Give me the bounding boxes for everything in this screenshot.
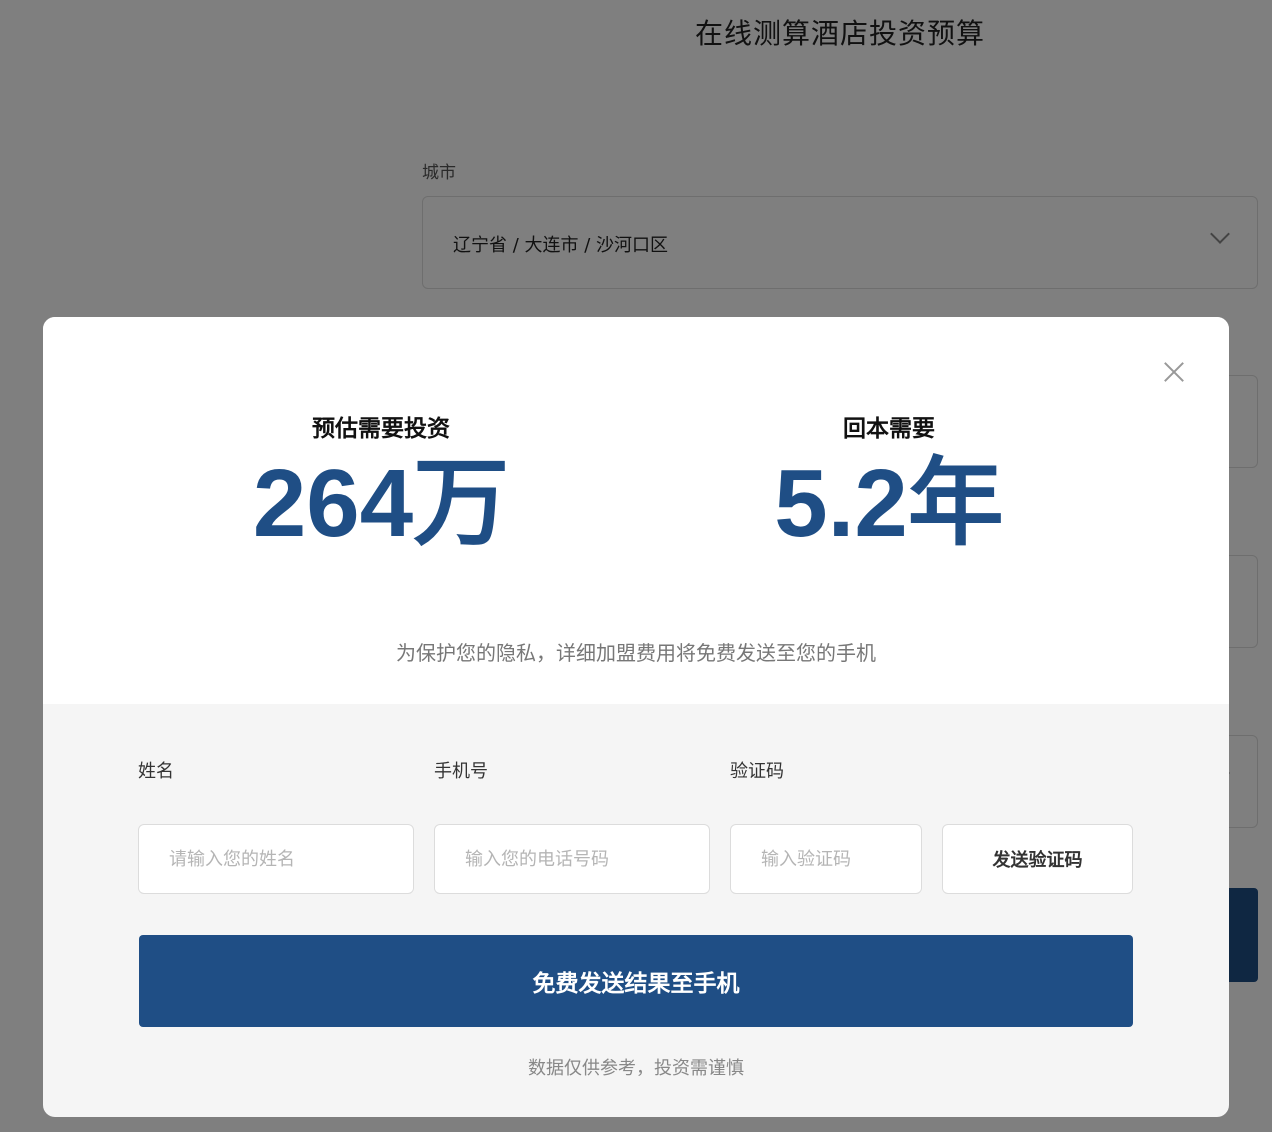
payback-value: 5.2年 <box>774 450 1004 557</box>
phone-label: 手机号 <box>434 761 488 782</box>
investment-label: 预估需要投资 <box>312 416 450 442</box>
investment-value: 264万 <box>252 450 510 557</box>
payback-label: 回本需要 <box>843 416 935 442</box>
privacy-note: 为保护您的隐私，详细加盟费用将免费发送至您的手机 <box>396 641 876 665</box>
send-code-button[interactable]: 发送验证码 <box>942 824 1133 894</box>
result-summary: 预估需要投资 264万 回本需要 5.2年 为保护您的隐私，详细加盟费用将免费发… <box>43 317 1229 704</box>
submit-button[interactable]: 免费发送结果至手机 <box>139 935 1133 1027</box>
code-label: 验证码 <box>730 761 784 782</box>
result-modal: 预估需要投资 264万 回本需要 5.2年 为保护您的隐私，详细加盟费用将免费发… <box>43 317 1229 1117</box>
code-input[interactable] <box>730 824 922 894</box>
phone-input[interactable] <box>434 824 710 894</box>
disclaimer: 数据仅供参考，投资需谨慎 <box>528 1058 744 1079</box>
name-label: 姓名 <box>138 761 174 782</box>
name-input[interactable] <box>138 824 414 894</box>
close-icon[interactable] <box>1161 359 1187 385</box>
